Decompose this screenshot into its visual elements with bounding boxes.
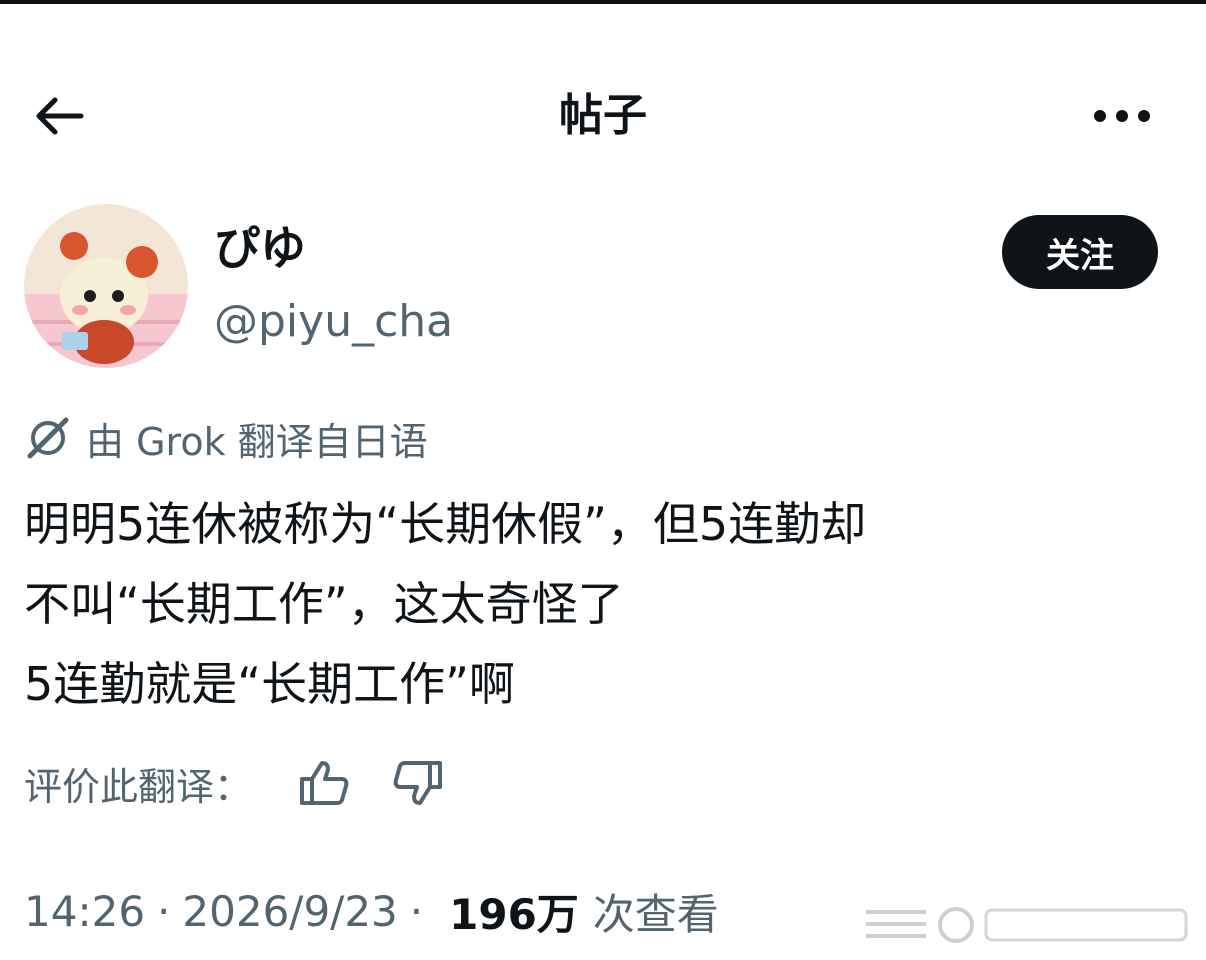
more-horizontal-icon <box>1094 110 1150 122</box>
top-border <box>0 0 1206 4</box>
thumb-down-icon <box>393 761 443 805</box>
top-bar: 帖子 <box>0 70 1206 160</box>
more-options-button[interactable] <box>1082 86 1162 146</box>
rate-translation: 评价此翻译： <box>24 748 480 818</box>
user-handle[interactable]: @piyu_cha <box>214 292 453 352</box>
views-label: 次查看 <box>592 889 719 939</box>
page-title: 帖子 <box>559 90 647 141</box>
rate-translation-label: 评价此翻译： <box>24 764 253 809</box>
meta-separator: · <box>409 886 424 936</box>
post-date: 2026/9/23 <box>182 886 398 936</box>
thumb-down-button[interactable] <box>386 751 450 815</box>
views-count: 196万 <box>449 889 579 939</box>
post-text-line: 不叫“长期工作”，这太奇怪了 <box>24 577 624 631</box>
translation-label: 由 Grok 翻译自日语 <box>86 419 428 464</box>
thumb-up-button[interactable] <box>292 751 356 815</box>
display-name[interactable]: ぴゆ <box>214 218 306 278</box>
meta-separator: · <box>157 886 171 936</box>
grok-icon <box>27 417 69 459</box>
post-time: 14:26 <box>24 886 146 936</box>
post-text-line: 5连勤就是“长期工作”啊 <box>24 657 515 711</box>
thumb-up-icon <box>300 761 349 805</box>
post-text-line: 明明5连休被称为“长期休假”，但5连勤却 <box>24 497 867 551</box>
avatar[interactable] <box>24 204 188 368</box>
translation-notice: 由 Grok 翻译自日语 <box>24 408 428 468</box>
post-meta: 14:26 · 2026/9/23 · 196万 次查看 <box>24 876 719 946</box>
post-text: 明明5连休被称为“长期休假”，但5连勤却 不叫“长期工作”，这太奇怪了 5连勤就… <box>24 484 1184 724</box>
follow-button[interactable]: 关注 <box>1002 215 1158 289</box>
watermark <box>866 900 1196 950</box>
